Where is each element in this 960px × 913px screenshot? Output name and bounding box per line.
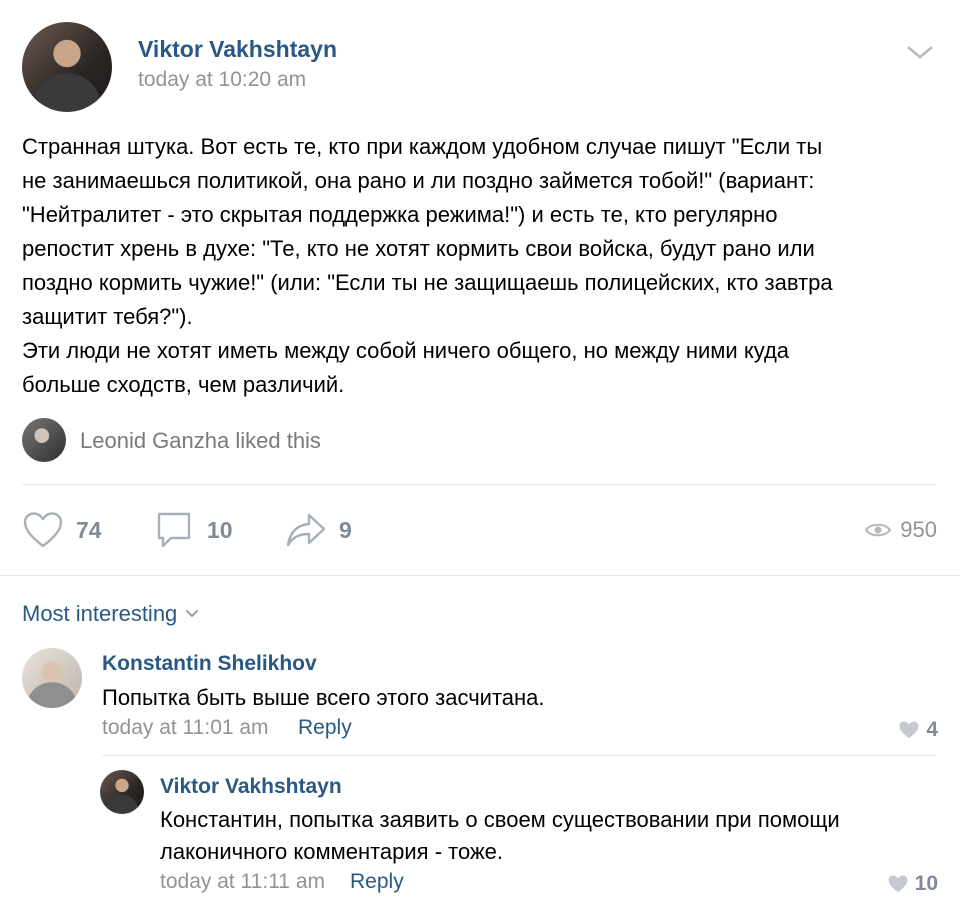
liked-by-text[interactable]: Leonid Ganzha liked this [80,428,321,454]
reply-timestamp[interactable]: today at 11:11 am [160,870,325,894]
reply-like-count: 10 [914,872,938,895]
comment-reply-button[interactable]: Reply [298,716,352,740]
reply-like-button[interactable]: 10 [878,872,938,896]
views-count: 950 [900,517,937,542]
comment-timestamp[interactable]: today at 11:01 am [102,716,269,740]
post-text: Странная штука. Вот есть те, кто при каж… [22,130,942,402]
heart-icon [22,511,64,549]
views-counter: 950 [855,512,937,548]
comment-button[interactable]: 10 [155,508,255,552]
post-divider [22,484,936,485]
comment-author-name[interactable]: Konstantin Shelikhov [102,652,317,676]
post-author-name[interactable]: Viktor Vakhshtayn [138,36,337,63]
comments-divider [0,575,960,576]
commenter-avatar[interactable] [22,648,82,708]
liker-avatar[interactable] [22,418,66,462]
comment-like-count: 4 [926,718,938,741]
comment-text-line: Попытка быть выше всего этого засчитана. [102,685,545,710]
post-text-line: Эти люди не хотят иметь между собой ниче… [22,338,790,363]
author-avatar[interactable] [22,22,112,112]
eye-icon [864,520,892,540]
post-text-line: защитит тебя?"). [22,304,193,329]
comment-text: Попытка быть выше всего этого засчитана. [102,682,545,714]
comment-like-button[interactable]: 4 [890,718,938,742]
post-timestamp[interactable]: today at 10:20 am [138,68,306,92]
share-button[interactable]: 9 [285,508,375,552]
reply-text: Константин, попытка заявить о своем суще… [160,804,840,868]
comment-bubble-icon [155,510,193,550]
like-count: 74 [76,516,102,543]
heart-icon [887,874,909,894]
reply-text-line: лаконичного комментария - тоже. [160,839,504,864]
reply-text-line: Константин, попытка заявить о своем суще… [160,807,840,832]
post-text-line: Странная штука. Вот есть те, кто при каж… [22,134,823,159]
post-text-line: не занимаешься политикой, она рано и ли … [22,168,815,193]
comment-count: 10 [207,516,233,543]
post-text-line: больше сходств, чем различий. [22,372,345,397]
reply-reply-button[interactable]: Reply [350,870,404,894]
share-count: 9 [339,516,352,543]
post-menu-chevron-down-icon[interactable] [905,42,935,62]
post-text-line: поздно кормить чужие!" (или: "Если ты не… [22,270,833,295]
post-text-line: "Нейтралитет - это скрытая поддержка реж… [22,202,778,227]
reply-author-name[interactable]: Viktor Vakhshtayn [160,775,342,799]
comments-sort-label: Most interesting [22,601,178,626]
replier-avatar[interactable] [100,770,144,814]
comments-sort-dropdown[interactable]: Most interesting [22,600,199,628]
share-arrow-icon [285,511,327,549]
heart-icon [898,720,920,740]
post-text-line: репостит хрень в духе: "Те, кто не хотят… [22,236,815,261]
chevron-down-icon [185,609,199,619]
like-button[interactable]: 74 [22,508,112,552]
reply-divider [102,755,936,756]
